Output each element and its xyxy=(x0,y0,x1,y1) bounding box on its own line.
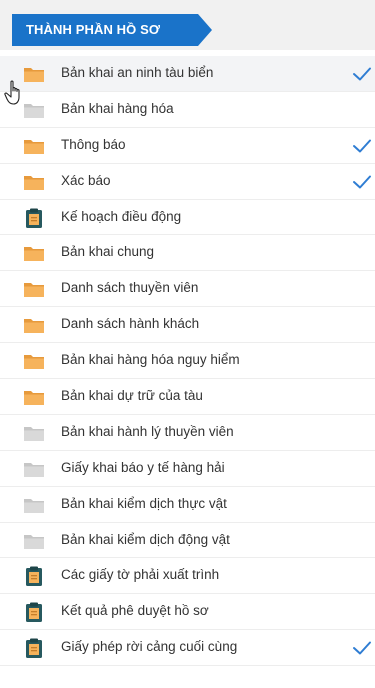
list-item-label: Kế hoạch điều động xyxy=(61,208,182,224)
checkmark-icon xyxy=(352,66,372,82)
clipboard-icon xyxy=(23,566,45,587)
folder-orange-icon xyxy=(23,315,45,335)
list-item-label: Bản khai an ninh tàu biển xyxy=(61,65,214,80)
list-item[interactable]: Giấy khai báo y tế hàng hải xyxy=(0,451,375,487)
list-item[interactable]: Giấy phép rời cảng cuối cùng xyxy=(0,630,375,667)
list-item[interactable]: Bản khai kiểm dịch thực vật xyxy=(0,487,375,523)
folder-orange-icon xyxy=(23,243,45,263)
list-item[interactable]: Bản khai dự trữ của tàu xyxy=(0,379,375,415)
checkmark-icon xyxy=(352,138,372,154)
clipboard-icon xyxy=(23,638,45,659)
section-tab[interactable]: THÀNH PHẦN HỒ SƠ xyxy=(12,14,212,46)
folder-grey-icon xyxy=(23,459,45,479)
list-item[interactable]: Bản khai hàng hóa nguy hiểm xyxy=(0,343,375,380)
list-item-label: Bản khai kiểm dịch động vật xyxy=(61,531,230,547)
list-item[interactable]: Danh sách thuyền viên xyxy=(0,271,375,308)
list-item[interactable]: Thông báo xyxy=(0,128,375,164)
folder-orange-icon xyxy=(23,351,45,371)
list-item-label: Giấy phép rời cảng cuối cùng xyxy=(61,639,238,655)
list-item-label: Các giấy tờ phải xuất trình xyxy=(61,567,220,583)
checkmark-icon xyxy=(352,640,372,656)
list-item[interactable]: Kết quả phê duyệt hồ sơ xyxy=(0,594,375,631)
list-item-label: Danh sách thuyền viên xyxy=(61,280,199,296)
folder-orange-icon xyxy=(23,172,45,192)
document-list: Bản khai an ninh tàu biển Bản khai hàng h… xyxy=(0,56,375,667)
list-item[interactable]: Bản khai hàng hóa xyxy=(0,92,375,128)
section-title: THÀNH PHẦN HỒ SƠ xyxy=(26,22,161,37)
folder-grey-icon xyxy=(23,495,45,515)
list-item-label: Bản khai hàng hóa xyxy=(61,100,174,116)
list-item-label: Kết quả phê duyệt hồ sơ xyxy=(61,603,209,619)
clipboard-icon xyxy=(23,602,45,623)
list-item[interactable]: Bản khai an ninh tàu biển xyxy=(0,56,375,92)
hand-cursor-icon xyxy=(4,80,20,105)
list-item[interactable]: Kế hoạch điều động xyxy=(0,200,375,236)
folder-orange-icon xyxy=(23,64,45,84)
folder-orange-icon xyxy=(23,136,45,156)
section-header: THÀNH PHẦN HỒ SƠ xyxy=(0,0,375,50)
folder-grey-icon xyxy=(23,423,45,443)
folder-grey-icon xyxy=(23,100,45,120)
list-item-label: Bản khai chung xyxy=(61,244,155,260)
clipboard-icon xyxy=(23,208,45,228)
checkmark-icon xyxy=(352,174,372,190)
list-item-label: Bản khai hành lý thuyền viên xyxy=(61,423,234,439)
list-item-label: Bản khai dự trữ của tàu xyxy=(61,388,203,404)
list-item[interactable]: Danh sách hành khách xyxy=(0,307,375,344)
folder-orange-icon xyxy=(23,387,45,407)
folder-orange-icon xyxy=(23,279,45,299)
list-item-label: Thông báo xyxy=(61,136,126,152)
list-item[interactable]: Các giấy tờ phải xuất trình xyxy=(0,558,375,595)
list-item-label: Giấy khai báo y tế hàng hải xyxy=(61,459,225,475)
list-item-label: Xác báo xyxy=(61,172,111,188)
list-item[interactable]: Bản khai hành lý thuyền viên xyxy=(0,415,375,451)
list-item-label: Bản khai hàng hóa nguy hiểm xyxy=(61,352,240,368)
list-item[interactable]: Bản khai chung xyxy=(0,235,375,272)
list-item[interactable]: Xác báo xyxy=(0,164,375,200)
list-item-label: Bản khai kiểm dịch thực vật xyxy=(61,495,227,511)
list-item-label: Danh sách hành khách xyxy=(61,316,200,332)
folder-grey-icon xyxy=(23,531,45,551)
list-item[interactable]: Bản khai kiểm dịch động vật xyxy=(0,523,375,559)
